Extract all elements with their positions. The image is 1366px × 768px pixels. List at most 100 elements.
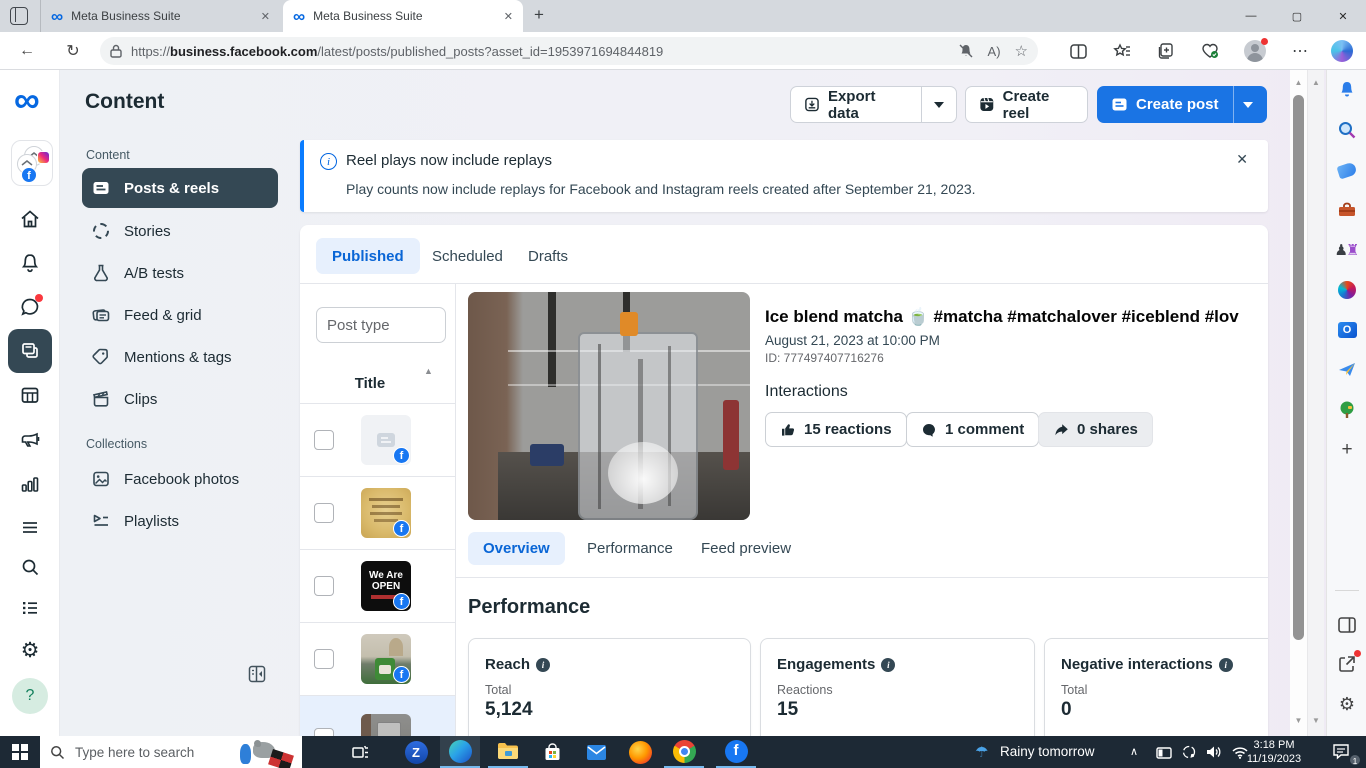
- window-close-button[interactable]: ✕: [1320, 0, 1366, 32]
- messages-icon[interactable]: [19, 294, 43, 318]
- search-icon[interactable]: [1335, 118, 1359, 142]
- scroll-up-icon[interactable]: ▲: [1290, 78, 1307, 87]
- banner-close-icon[interactable]: ✕: [1236, 151, 1248, 168]
- favorite-star-icon[interactable]: ☆: [1015, 42, 1028, 60]
- taskbar-clock[interactable]: 3:18 PM 11/19/2023: [1238, 738, 1310, 766]
- home-icon[interactable]: [19, 208, 41, 230]
- post-type-filter[interactable]: Post type: [316, 307, 446, 343]
- sort-up-icon[interactable]: ▲: [424, 366, 433, 376]
- export-data-button[interactable]: Export data: [790, 86, 957, 123]
- display-tray-icon[interactable]: [1156, 746, 1172, 764]
- edge-icon[interactable]: [440, 736, 480, 768]
- start-button[interactable]: [0, 736, 40, 768]
- tab-overview[interactable]: Overview: [468, 532, 565, 565]
- search-icon[interactable]: [19, 556, 41, 578]
- nav-item-clips[interactable]: Clips: [82, 379, 278, 419]
- scroll-down-icon[interactable]: ▼: [1308, 716, 1324, 725]
- firefox-icon[interactable]: [620, 736, 660, 768]
- post-list-row[interactable]: f: [300, 476, 455, 549]
- tab-feed-preview[interactable]: Feed preview: [686, 532, 806, 565]
- facebook-icon[interactable]: f: [716, 736, 756, 768]
- post-list-row[interactable]: We Are OPEN f: [300, 549, 455, 622]
- tab-actions-icon[interactable]: [10, 7, 28, 25]
- browser-essentials-icon[interactable]: [1198, 39, 1222, 63]
- pen-tray-icon[interactable]: [1182, 745, 1196, 764]
- content-rail-item-selected[interactable]: [8, 329, 52, 373]
- taskbar-search-box[interactable]: Type here to search: [40, 736, 302, 768]
- collections-icon[interactable]: [1154, 39, 1178, 63]
- nav-item-mentions-tags[interactable]: Mentions & tags: [82, 337, 278, 377]
- tab-published[interactable]: Published: [316, 238, 420, 274]
- meta-logo[interactable]: ∞: [14, 82, 40, 118]
- read-aloud-icon[interactable]: A): [988, 44, 1001, 59]
- scroll-down-icon[interactable]: ▼: [1290, 716, 1307, 725]
- collapse-panel-icon[interactable]: [247, 664, 267, 684]
- post-list-row[interactable]: f: [300, 403, 455, 476]
- mail-icon[interactable]: [576, 736, 616, 768]
- info-icon[interactable]: i: [536, 657, 551, 672]
- business-avatar[interactable]: f: [11, 140, 53, 186]
- tasks-icon[interactable]: [19, 596, 41, 618]
- post-list-row-selected[interactable]: [300, 695, 455, 736]
- ads-icon[interactable]: [19, 428, 41, 450]
- create-post-button[interactable]: Create post: [1097, 86, 1267, 123]
- drop-icon[interactable]: [1335, 358, 1359, 382]
- create-reel-button[interactable]: Create reel: [965, 86, 1088, 123]
- shares-button[interactable]: 0 shares: [1038, 412, 1153, 447]
- minimize-button[interactable]: —: [1228, 0, 1274, 32]
- share-icon[interactable]: [1335, 650, 1361, 676]
- profile-avatar[interactable]: [1243, 38, 1268, 63]
- outlook-icon[interactable]: O: [1335, 318, 1359, 342]
- tab-close-icon[interactable]: ✕: [261, 10, 270, 23]
- task-view-icon[interactable]: [340, 736, 380, 768]
- copilot-icon[interactable]: [1330, 39, 1354, 63]
- maximize-button[interactable]: ▢: [1274, 0, 1320, 32]
- planner-icon[interactable]: [19, 384, 41, 406]
- favorites-icon[interactable]: [1110, 39, 1134, 63]
- browser-tab-1[interactable]: ∞ Meta Business Suite ✕: [40, 0, 280, 32]
- file-explorer-icon[interactable]: [488, 736, 528, 768]
- new-tab-button[interactable]: +: [534, 5, 544, 25]
- action-center-icon[interactable]: 1: [1332, 743, 1361, 766]
- weather-label[interactable]: Rainy tomorrow: [1000, 744, 1095, 759]
- scrollbar-thumb[interactable]: [1293, 95, 1304, 640]
- settings-icon[interactable]: ⚙: [1335, 692, 1359, 716]
- notifications-icon[interactable]: [19, 252, 41, 274]
- post-list-row[interactable]: f: [300, 622, 455, 695]
- nav-item-stories[interactable]: Stories: [82, 211, 278, 251]
- nav-item-ab-tests[interactable]: A/B tests: [82, 253, 278, 293]
- store-icon[interactable]: [532, 736, 572, 768]
- content-scrollbar[interactable]: ▲ ▼: [1290, 70, 1307, 736]
- insights-icon[interactable]: [19, 473, 41, 495]
- shopping-icon[interactable]: [1335, 158, 1359, 182]
- create-post-dropdown-arrow[interactable]: [1232, 86, 1263, 123]
- tree-game-icon[interactable]: [1335, 398, 1359, 422]
- hidden-icons-chevron[interactable]: ∧: [1130, 745, 1138, 758]
- browser-scrollbar[interactable]: ▲ ▼: [1307, 70, 1324, 736]
- settings-menu-icon[interactable]: ⋯: [1288, 39, 1312, 63]
- zalo-icon[interactable]: Z: [396, 736, 436, 768]
- info-icon[interactable]: i: [881, 657, 896, 672]
- row-checkbox[interactable]: [314, 649, 334, 669]
- volume-tray-icon[interactable]: [1206, 745, 1222, 764]
- nav-item-playlists[interactable]: Playlists: [82, 501, 278, 541]
- row-checkbox[interactable]: [314, 503, 334, 523]
- add-to-sidebar-icon[interactable]: +: [1335, 438, 1359, 462]
- tab-scheduled[interactable]: Scheduled: [416, 238, 519, 274]
- tab-close-icon[interactable]: ✕: [504, 10, 513, 23]
- row-checkbox[interactable]: [314, 430, 334, 450]
- comments-button[interactable]: 1 comment: [906, 412, 1040, 447]
- settings-icon[interactable]: ⚙: [19, 640, 41, 662]
- help-button[interactable]: ?: [12, 678, 48, 714]
- all-tools-icon[interactable]: [19, 516, 41, 538]
- post-image[interactable]: [468, 292, 750, 520]
- notifications-muted-icon[interactable]: [958, 43, 974, 59]
- tab-performance[interactable]: Performance: [572, 532, 688, 565]
- reactions-button[interactable]: 15 reactions: [765, 412, 907, 447]
- microsoft-365-icon[interactable]: [1335, 278, 1359, 302]
- back-button[interactable]: ←: [14, 38, 40, 64]
- chrome-icon[interactable]: [664, 736, 704, 768]
- address-bar[interactable]: https://business.facebook.com/latest/pos…: [100, 37, 1038, 65]
- split-screen-icon[interactable]: [1066, 39, 1090, 63]
- nav-item-facebook-photos[interactable]: Facebook photos: [82, 459, 278, 499]
